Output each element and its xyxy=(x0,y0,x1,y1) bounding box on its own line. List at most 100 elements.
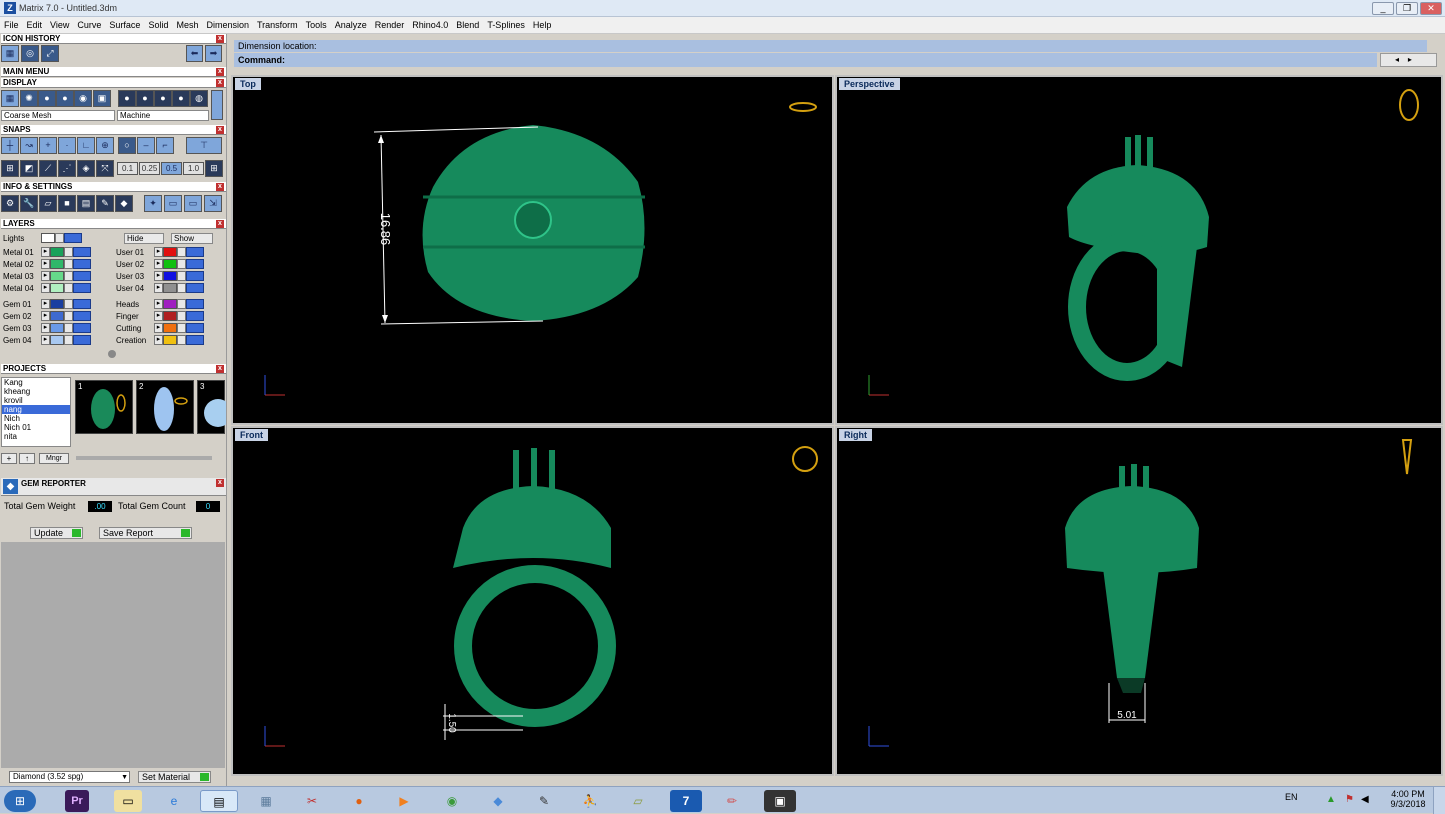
layer-expand-icon[interactable]: ▸ xyxy=(154,311,163,321)
premiere-icon[interactable]: Pr xyxy=(65,790,89,812)
zbrush-icon[interactable]: ✎ xyxy=(530,790,558,812)
layer-color-swatch[interactable] xyxy=(50,259,64,269)
layer-color-swatch[interactable] xyxy=(50,311,64,321)
lock-icon[interactable] xyxy=(64,283,73,293)
lock-icon[interactable] xyxy=(177,323,186,333)
close-icon[interactable]: x xyxy=(216,365,224,373)
layer-color-swatch[interactable] xyxy=(163,299,177,309)
flag-icon[interactable]: ⚑ xyxy=(1345,794,1354,805)
show-button[interactable]: Show xyxy=(171,233,213,244)
visibility-toggle[interactable] xyxy=(73,311,91,321)
close-icon[interactable]: x xyxy=(216,479,224,487)
menu-render[interactable]: Render xyxy=(371,17,409,30)
lock-icon[interactable] xyxy=(177,311,186,321)
layer-expand-icon[interactable]: ▸ xyxy=(41,259,50,269)
hide-button[interactable]: Hide xyxy=(124,233,164,244)
up-project-button[interactable]: ↑ xyxy=(19,453,35,464)
visibility-toggle[interactable] xyxy=(73,259,91,269)
rhino-icon[interactable]: ◆ xyxy=(484,790,512,812)
menu-dimension[interactable]: Dimension xyxy=(202,17,253,30)
menu-rhino[interactable]: Rhino4.0 xyxy=(408,17,452,30)
visibility-toggle[interactable] xyxy=(64,233,82,243)
plane-icon[interactable]: ▱ xyxy=(39,195,57,212)
layer-row[interactable]: Creation ▸ xyxy=(116,335,204,346)
main-menu-header[interactable]: MAIN MENU x xyxy=(1,67,226,77)
project-list-item[interactable]: krovil xyxy=(2,396,70,405)
lock-icon[interactable] xyxy=(177,247,186,257)
units-icon[interactable]: ✦ xyxy=(144,195,162,212)
update-button[interactable]: Update xyxy=(30,527,83,539)
layer-row[interactable]: Heads ▸ xyxy=(116,299,204,310)
close-icon[interactable]: x xyxy=(216,126,224,134)
lock-icon[interactable] xyxy=(64,299,73,309)
menu-tsplines[interactable]: T-Splines xyxy=(483,17,529,30)
project-list-item[interactable]: Nich 01 xyxy=(2,423,70,432)
measure-icon[interactable]: ▭ xyxy=(164,195,182,212)
volume-icon[interactable]: ◀ xyxy=(1361,794,1369,805)
layer-row[interactable]: Metal 01 ▸ xyxy=(3,247,91,258)
layer-expand-icon[interactable]: ▸ xyxy=(41,271,50,281)
thumb-scrollbar[interactable] xyxy=(76,456,212,460)
layer-expand-icon[interactable]: ▸ xyxy=(41,247,50,257)
matrix-icon[interactable]: 7 xyxy=(670,790,702,812)
save-report-button[interactable]: Save Report xyxy=(99,527,192,539)
snap-value-1[interactable]: 1.0 xyxy=(183,162,204,175)
layer-row[interactable]: Metal 03 ▸ xyxy=(3,271,91,282)
visibility-toggle[interactable] xyxy=(186,283,204,293)
layer-color-swatch[interactable] xyxy=(50,283,64,293)
start-button[interactable]: ⊞ xyxy=(4,790,36,812)
menu-view[interactable]: View xyxy=(46,17,73,30)
visibility-toggle[interactable] xyxy=(186,311,204,321)
minimize-button[interactable]: _ xyxy=(1372,2,1394,15)
lock-icon[interactable] xyxy=(64,259,73,269)
layer-row[interactable]: User 02 ▸ xyxy=(116,259,204,270)
back-arrow-icon[interactable]: ⬅ xyxy=(186,45,203,62)
layer-expand-icon[interactable]: ▸ xyxy=(41,299,50,309)
shaded-sphere-icon[interactable]: ● xyxy=(56,90,74,107)
menu-transform[interactable]: Transform xyxy=(253,17,302,30)
lock-icon[interactable] xyxy=(64,247,73,257)
box-icon[interactable]: ■ xyxy=(58,195,76,212)
visibility-toggle[interactable] xyxy=(73,283,91,293)
chrome-icon[interactable]: ◉ xyxy=(438,790,466,812)
layer-color-swatch[interactable] xyxy=(50,247,64,257)
layer-color-swatch[interactable] xyxy=(163,335,177,345)
snap-value-05[interactable]: 0.5 xyxy=(161,162,182,175)
snap-circle-icon[interactable]: ○ xyxy=(118,137,136,154)
layer-expand-icon[interactable]: ▸ xyxy=(41,323,50,333)
close-icon[interactable]: x xyxy=(216,35,224,43)
viewport-front[interactable]: Front 1.50 xyxy=(231,426,834,776)
grid-icon[interactable]: ▦ xyxy=(1,90,19,107)
close-icon[interactable]: x xyxy=(216,183,224,191)
project-list-item[interactable]: nang xyxy=(2,405,70,414)
layer-row[interactable]: Metal 04 ▸ xyxy=(3,283,91,294)
collapse-handle[interactable] xyxy=(108,350,116,358)
layer-expand-icon[interactable]: ▸ xyxy=(154,335,163,345)
visibility-toggle[interactable] xyxy=(73,247,91,257)
manager-button[interactable]: Mngr xyxy=(39,453,69,464)
layer-color-swatch[interactable] xyxy=(163,247,177,257)
layer-row[interactable]: Cutting ▸ xyxy=(116,323,204,334)
visibility-toggle[interactable] xyxy=(186,323,204,333)
menu-blend[interactable]: Blend xyxy=(452,17,483,30)
snap-point-icon[interactable]: · xyxy=(58,137,76,154)
project-list[interactable]: Kang kheang krovil nang Nich Nich 01 nita xyxy=(1,377,71,447)
layer-color-swatch[interactable] xyxy=(50,335,64,345)
layer-row[interactable]: Gem 02 ▸ xyxy=(3,311,91,322)
language-indicator[interactable]: EN xyxy=(1285,792,1298,802)
material-select[interactable]: Diamond (3.52 spg) ▼ xyxy=(9,771,130,783)
lock-icon[interactable] xyxy=(177,259,186,269)
project-list-item[interactable]: nita xyxy=(2,432,70,441)
layer-expand-icon[interactable]: ▸ xyxy=(154,323,163,333)
project-thumb-1[interactable]: 1 xyxy=(75,380,133,434)
menu-help[interactable]: Help xyxy=(529,17,556,30)
history-icon-3[interactable]: ⤢ xyxy=(41,45,59,62)
visibility-toggle[interactable] xyxy=(73,323,91,333)
menu-tools[interactable]: Tools xyxy=(302,17,331,30)
layer-color-swatch[interactable] xyxy=(50,323,64,333)
render-icon[interactable]: ◉ xyxy=(74,90,92,107)
layer-expand-icon[interactable]: ▸ xyxy=(154,259,163,269)
layer-view-icon[interactable]: ▣ xyxy=(93,90,111,107)
snap-center-icon[interactable]: ⊕ xyxy=(96,137,114,154)
layer-row[interactable]: Gem 03 ▸ xyxy=(3,323,91,334)
